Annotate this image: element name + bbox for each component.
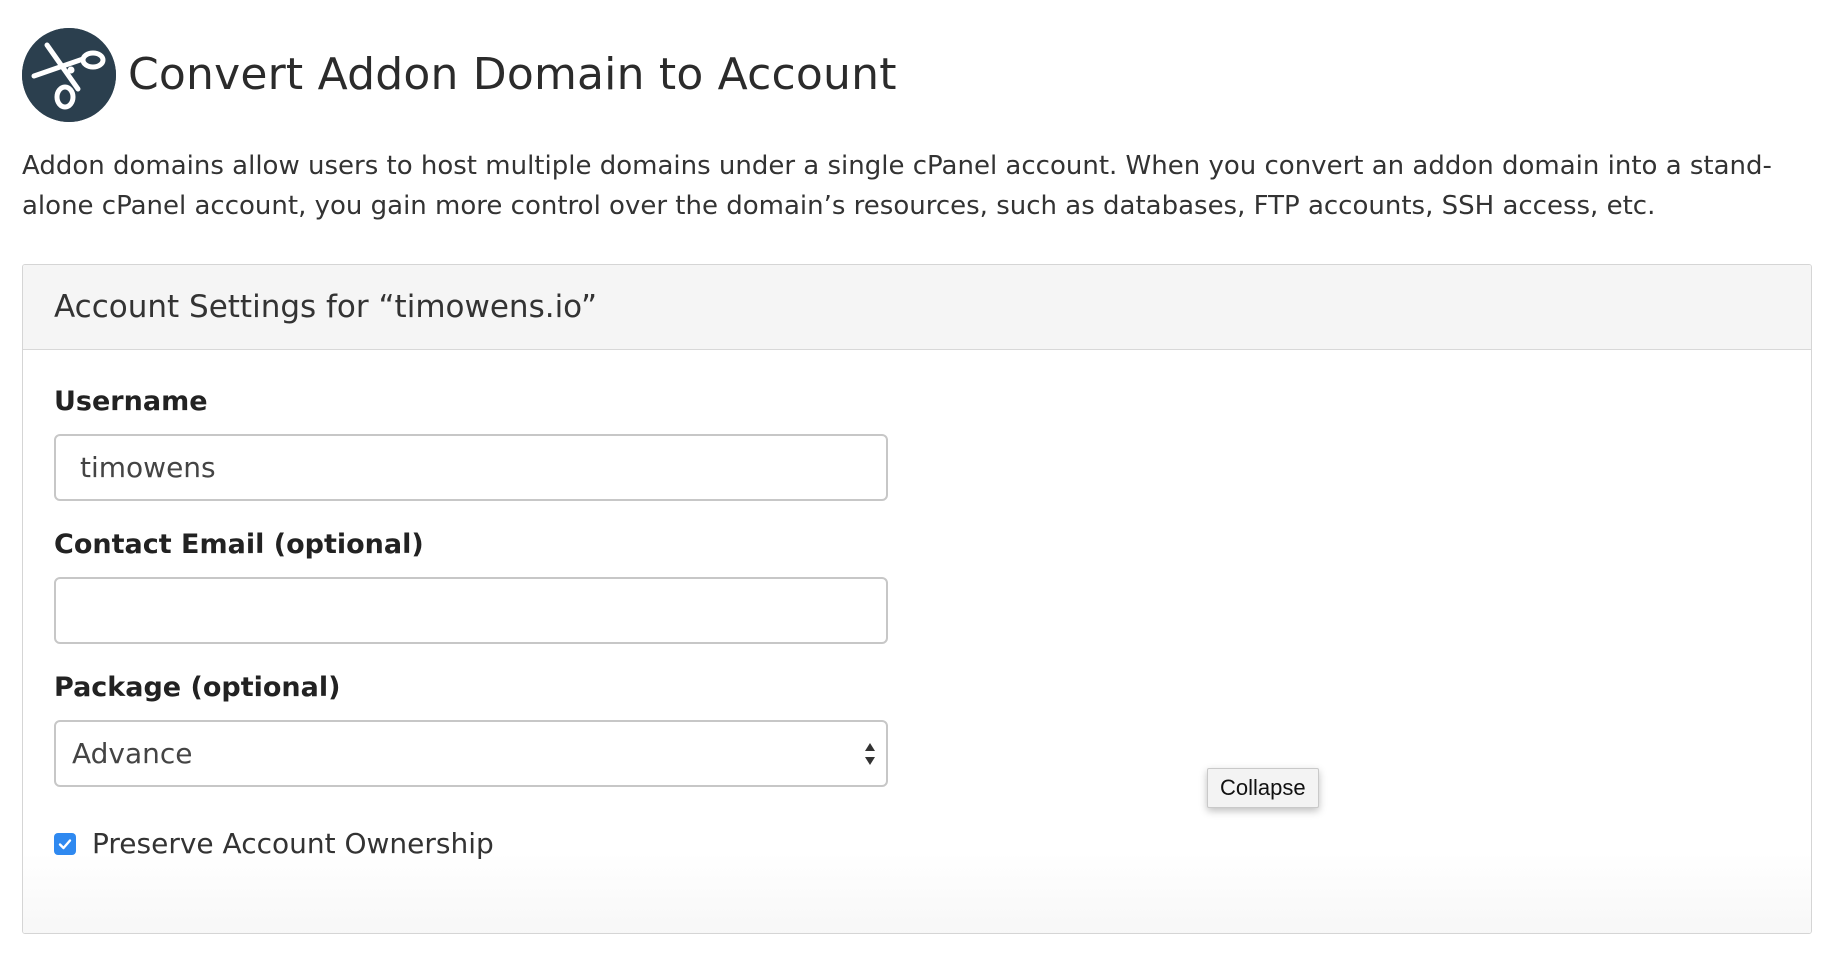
contact-email-input[interactable] — [54, 577, 888, 644]
page: Convert Addon Domain to Account Addon do… — [22, 28, 1814, 934]
username-group: Username — [54, 384, 1811, 501]
select-arrows-icon — [864, 741, 876, 767]
package-selected-value: Advance — [72, 737, 193, 770]
checkmark-icon — [58, 838, 72, 849]
package-group: Package (optional) Advance — [54, 670, 1811, 787]
preserve-ownership-checkbox[interactable] — [54, 832, 76, 855]
account-settings-panel: Account Settings for “timowens.io” Usern… — [22, 264, 1812, 934]
contact-email-group: Contact Email (optional) — [54, 527, 1811, 644]
page-description: Addon domains allow users to host multip… — [22, 151, 1772, 221]
page-title: Convert Addon Domain to Account — [128, 49, 897, 100]
package-select[interactable]: Advance — [54, 720, 888, 787]
preserve-ownership-row: Preserve Account Ownership — [54, 827, 1811, 860]
scissors-icon — [22, 28, 116, 122]
panel-body: Username Contact Email (optional) Packag… — [23, 350, 1811, 933]
package-label: Package (optional) — [54, 672, 341, 703]
username-label: Username — [54, 386, 208, 417]
contact-email-label: Contact Email (optional) — [54, 529, 424, 560]
username-input[interactable] — [54, 434, 888, 501]
panel-heading: Account Settings for “timowens.io” — [23, 265, 1811, 350]
collapse-tooltip: Collapse — [1207, 768, 1319, 808]
page-header: Convert Addon Domain to Account — [22, 28, 1814, 122]
preserve-ownership-label[interactable]: Preserve Account Ownership — [92, 827, 494, 860]
